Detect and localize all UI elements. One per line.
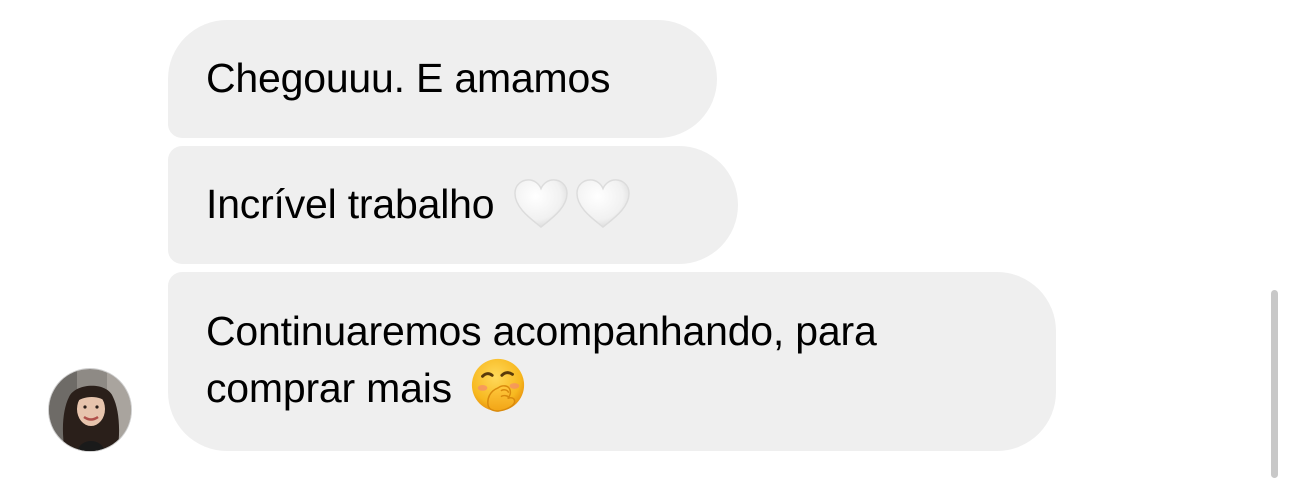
face-with-hand-over-mouth-icon xyxy=(472,359,525,412)
profile-photo-icon xyxy=(49,369,131,451)
message-bubble[interactable]: Incrível trabalho xyxy=(168,146,738,264)
white-heart-icon xyxy=(575,179,630,229)
message-text-line-2: comprar mais xyxy=(206,359,1018,420)
avatar[interactable] xyxy=(48,368,132,452)
white-heart-icon xyxy=(513,179,568,229)
message-text-line: Continuaremos acompanhando, para xyxy=(206,308,877,354)
message-text: comprar mais xyxy=(206,365,452,411)
scrollbar[interactable] xyxy=(1271,290,1278,478)
message-text: Chegouuu. E amamos xyxy=(206,55,611,101)
message-text: Incrível trabalho xyxy=(206,181,495,227)
message-bubble[interactable]: Chegouuu. E amamos xyxy=(168,20,717,138)
message-bubble[interactable]: Continuaremos acompanhando, para comprar… xyxy=(168,272,1056,451)
